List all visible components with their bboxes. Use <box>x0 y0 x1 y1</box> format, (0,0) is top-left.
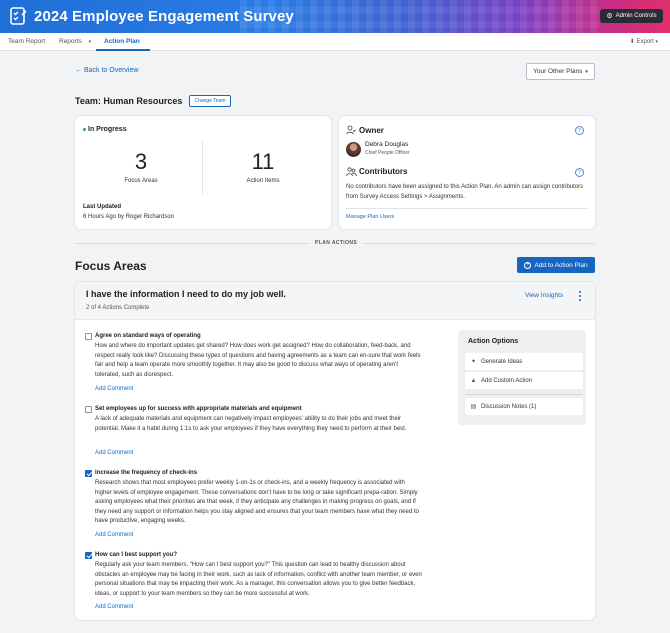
plan-actions-label: PLAN ACTIONS <box>309 240 364 246</box>
action-title: Increase the frequency of check-ins <box>95 470 198 476</box>
generate-ideas-label: Generate Ideas <box>481 358 523 365</box>
nav-reports-label: Reports <box>59 38 82 45</box>
top-nav: Team Report Reports ▾ Action Plan ⬇ Expo… <box>0 33 670 51</box>
discussion-notes-label: Discussion Notes (1) <box>481 403 537 410</box>
owner-role: Chief People Officer <box>365 150 410 156</box>
user-icon <box>346 125 356 135</box>
avatar <box>346 142 361 157</box>
action-checkbox[interactable] <box>85 406 92 413</box>
app-header: 2024 Employee Engagement Survey ⚙ Admin … <box>0 0 670 33</box>
arrow-left-icon: ← <box>75 67 82 74</box>
add-comment-link[interactable]: Add Comment <box>95 532 133 538</box>
action-options-panel: Action Options ✦ Generate Ideas ▲ Add Cu… <box>458 330 586 425</box>
nav-reports[interactable]: Reports ▾ <box>59 38 91 45</box>
owner-help-icon[interactable]: ? <box>575 126 584 135</box>
status-dot-icon <box>83 127 86 131</box>
action-description: How and where do important updates get s… <box>95 343 421 378</box>
action-checkbox-checked[interactable] <box>85 552 92 559</box>
action-checkbox[interactable] <box>85 333 92 340</box>
focus-areas-count: 3 <box>134 149 148 174</box>
action-items-label: Action Items <box>246 178 280 184</box>
action-options-title: Action Options <box>468 338 519 345</box>
contributors-help-icon[interactable]: ? <box>575 168 584 177</box>
notes-icon: ▤ <box>470 404 477 410</box>
owner-divider <box>346 208 588 209</box>
focus-area-header: I have the information I need to do my j… <box>75 282 595 320</box>
last-updated-label: Last Updated <box>83 204 122 210</box>
admin-controls-label: Admin Controls <box>615 13 657 19</box>
nav-team-report[interactable]: Team Report <box>8 38 45 45</box>
active-tab-indicator <box>96 49 150 51</box>
change-team-button[interactable]: Change Team <box>189 95 231 107</box>
add-comment-link[interactable]: Add Comment <box>95 450 133 456</box>
plus-icon: + <box>524 261 532 269</box>
generate-ideas-button[interactable]: ✦ Generate Ideas <box>465 353 583 370</box>
add-comment-link[interactable]: Add Comment <box>95 604 133 610</box>
action-title: Set employees up for success with approp… <box>95 406 302 412</box>
owner-name: Debra Douglas <box>365 141 409 148</box>
status-badge: In Progress <box>83 126 127 133</box>
back-to-overview-link[interactable]: ← Back to Overview <box>75 67 138 74</box>
flask-icon: ▲ <box>470 377 477 384</box>
add-comment-link[interactable]: Add Comment <box>95 386 133 392</box>
focus-area-progress: 2 of 4 Actions Complete <box>86 305 150 311</box>
add-custom-action-button[interactable]: ▲ Add Custom Action <box>465 372 583 389</box>
owner-card: Owner ? Debra Douglas Chief People Offic… <box>339 116 595 229</box>
action-title: Agree on standard ways of operating <box>95 333 201 339</box>
back-label: Back to Overview <box>83 67 139 74</box>
gear-icon: ⚙ <box>606 13 613 20</box>
discussion-notes-button[interactable]: ▤ Discussion Notes (1) <box>465 398 583 415</box>
focus-areas-label: Focus Areas <box>124 178 158 184</box>
last-updated-value: 6 Hours Ago by Roger Richardson <box>83 214 175 220</box>
action-description: Research shows that most employees prefe… <box>95 480 419 524</box>
action-description: Regularly ask your team members, "How ca… <box>95 562 422 597</box>
action-items-count: 11 <box>251 149 275 174</box>
add-to-action-plan-button[interactable]: + Add to Action Plan <box>517 257 595 273</box>
other-plans-dropdown[interactable]: Your Other Plans ▾ <box>526 63 595 80</box>
download-icon: ⬇ <box>629 39 635 45</box>
progress-card: In Progress 3 Focus Areas 11 Action Item… <box>75 116 331 229</box>
add-custom-action-label: Add Custom Action <box>481 377 533 384</box>
chevron-down-icon: ▾ <box>655 39 658 45</box>
sparkle-icon: ✦ <box>470 359 477 365</box>
add-to-action-plan-label: Add to Action Plan <box>534 261 588 269</box>
export-label: Export <box>636 39 654 45</box>
other-plans-label: Your Other Plans <box>533 68 583 75</box>
action-title: How can I best support you? <box>95 552 178 558</box>
more-options-icon[interactable] <box>578 291 582 303</box>
contributors-title: Contributors <box>359 167 408 176</box>
action-checkbox-checked[interactable] <box>85 470 92 477</box>
owner-title: Owner <box>359 126 384 135</box>
team-title: Team: Human Resources <box>75 96 183 106</box>
contributors-text: No contributors have been assigned to th… <box>346 184 584 200</box>
admin-controls-button[interactable]: ⚙ Admin Controls <box>600 9 663 23</box>
header-pattern <box>240 0 600 33</box>
action-description: A lack of adequate materials and equipme… <box>95 416 407 432</box>
view-insights-link[interactable]: View Insights <box>525 292 563 299</box>
nav-action-plan[interactable]: Action Plan <box>104 38 140 45</box>
options-divider <box>465 394 583 395</box>
stat-divider <box>202 141 203 194</box>
app-title: 2024 Employee Engagement Survey <box>34 8 294 25</box>
survey-logo-icon <box>10 7 27 25</box>
chevron-down-icon: ▾ <box>585 68 588 75</box>
manage-plan-users-link[interactable]: Manage Plan Users <box>346 214 394 220</box>
chevron-down-icon: ▾ <box>88 39 92 45</box>
users-icon <box>346 167 357 177</box>
focus-area-question: I have the information I need to do my j… <box>86 289 287 299</box>
export-button[interactable]: ⬇ Export ▾ <box>630 38 658 45</box>
focus-areas-title: Focus Areas <box>75 259 147 273</box>
focus-area-card: I have the information I need to do my j… <box>75 282 595 620</box>
status-label: In Progress <box>88 126 127 133</box>
